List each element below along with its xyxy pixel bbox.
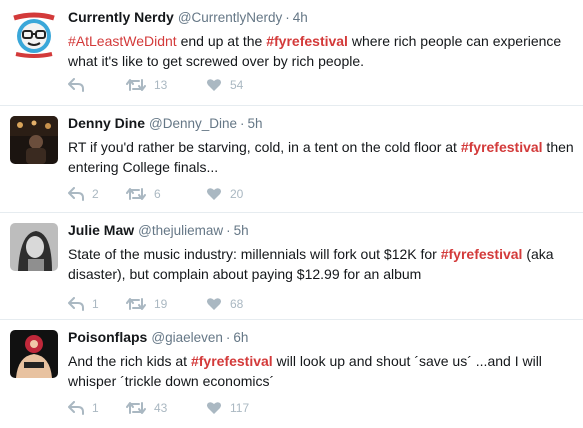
timestamp[interactable]: 6h (233, 330, 248, 345)
user-name[interactable]: Julie Maw (68, 222, 134, 238)
heart-icon (207, 402, 221, 414)
reply-icon (68, 78, 84, 92)
reply-icon (68, 187, 84, 201)
cartoon-face-logo-icon (10, 10, 58, 58)
reply-button[interactable] (68, 78, 126, 92)
like-count: 68 (230, 297, 244, 311)
retweet-button[interactable]: 43 (126, 401, 206, 415)
timestamp[interactable]: 5h (234, 223, 249, 238)
hashtag-link[interactable]: #fyrefestival (461, 139, 543, 155)
text-span: State of the music industry: millennials… (68, 246, 441, 262)
like-button[interactable]: 20 (206, 187, 286, 201)
tweet-text: And the rich kids at #fyrefestival will … (68, 351, 575, 391)
grayscale-portrait-avatar (10, 223, 58, 271)
user-handle[interactable]: @CurrentlyNerdy (178, 10, 282, 25)
hashtag-link[interactable]: #fyrefestival (266, 33, 348, 49)
tweet-content: Poisonflaps @giaeleven · 6h And the rich ki… (68, 328, 575, 391)
retweet-icon (126, 402, 146, 414)
heart-icon (207, 298, 221, 310)
tweet-actions: 1 43 117 (68, 401, 286, 415)
text-span: end up at the (176, 33, 267, 49)
tweet-text: RT if you'd rather be starving, cold, in… (68, 137, 575, 177)
like-count: 54 (230, 78, 244, 92)
avatar[interactable] (10, 10, 58, 58)
separator-dot: · (240, 116, 245, 131)
tweet-text: #AtLeastWeDidnt end up at the #fyrefesti… (68, 31, 575, 71)
tweet-header: Poisonflaps @giaeleven · 6h (68, 328, 575, 347)
tweet-content: Julie Maw @thejuliemaw · 5h State of the mu… (68, 221, 575, 284)
user-handle[interactable]: @Denny_Dine (149, 116, 237, 131)
reply-icon (68, 401, 84, 415)
reply-icon (68, 297, 84, 311)
like-count: 20 (230, 187, 244, 201)
avatar[interactable] (10, 116, 58, 164)
separator-dot: · (226, 223, 231, 238)
separator-dot: · (225, 330, 231, 345)
timestamp[interactable]: 5h (248, 116, 263, 131)
avatar[interactable] (10, 223, 58, 271)
retweet-icon (126, 79, 146, 91)
tweet-content: Currently Nerdy @CurrentlyNerdy · 4h #AtLea… (68, 8, 575, 71)
hashtag-link[interactable]: #fyrefestival (191, 353, 273, 369)
hashtag-link[interactable]: #fyrefestival (441, 246, 523, 262)
like-count: 117 (230, 401, 250, 415)
retweet-icon (126, 298, 146, 310)
retweet-icon (126, 188, 146, 200)
reply-count: 1 (92, 401, 99, 415)
heart-icon (207, 79, 221, 91)
like-button[interactable]: 117 (206, 401, 286, 415)
user-name[interactable]: Poisonflaps (68, 329, 147, 345)
user-handle[interactable]: @thejuliemaw (138, 223, 223, 238)
text-span: RT if you'd rather be starving, cold, in… (68, 139, 461, 155)
like-button[interactable]: 54 (206, 78, 286, 92)
separator-dot: · (285, 10, 290, 25)
like-button[interactable]: 68 (206, 297, 286, 311)
tweet-actions: 13 54 (68, 78, 286, 92)
tweet[interactable]: Julie Maw @thejuliemaw · 5h State of the mu… (0, 213, 583, 320)
hashtag-link[interactable]: #AtLeastWeDidnt (68, 33, 177, 49)
retweet-button[interactable]: 19 (126, 297, 206, 311)
user-name[interactable]: Denny Dine (68, 115, 145, 131)
reply-button[interactable]: 1 (68, 401, 126, 415)
timestamp[interactable]: 4h (293, 10, 308, 25)
user-name[interactable]: Currently Nerdy (68, 9, 174, 25)
text-span: And the rich kids at (68, 353, 191, 369)
retweet-count: 19 (154, 297, 168, 311)
reply-button[interactable]: 2 (68, 187, 126, 201)
tweet-text: State of the music industry: millennials… (68, 244, 575, 284)
reply-count: 1 (92, 297, 99, 311)
retweet-count: 6 (154, 187, 161, 201)
tweet-actions: 2 6 20 (68, 187, 286, 201)
avatar[interactable] (10, 330, 58, 378)
retweet-button[interactable]: 6 (126, 187, 206, 201)
retweet-count: 13 (154, 78, 168, 92)
tweet[interactable]: Poisonflaps @giaeleven · 6h And the rich ki… (0, 320, 583, 428)
tweet[interactable]: Currently Nerdy @CurrentlyNerdy · 4h #AtLea… (0, 0, 583, 106)
reply-button[interactable]: 1 (68, 297, 126, 311)
user-handle[interactable]: @giaeleven (151, 330, 223, 345)
retweet-button[interactable]: 13 (126, 78, 206, 92)
heart-icon (207, 188, 221, 200)
tweet[interactable]: Denny Dine @Denny_Dine · 5h RT if you'd rat… (0, 106, 583, 213)
tweet-header: Julie Maw @thejuliemaw · 5h (68, 221, 575, 240)
reply-count: 2 (92, 187, 99, 201)
tweet-header: Currently Nerdy @CurrentlyNerdy · 4h (68, 8, 575, 27)
tweet-content: Denny Dine @Denny_Dine · 5h RT if you'd rat… (68, 114, 575, 177)
red-photo-avatar (10, 330, 58, 378)
tweet-actions: 1 19 68 (68, 297, 286, 311)
dark-photo-avatar (10, 116, 58, 164)
retweet-count: 43 (154, 401, 168, 415)
tweet-header: Denny Dine @Denny_Dine · 5h (68, 114, 575, 133)
